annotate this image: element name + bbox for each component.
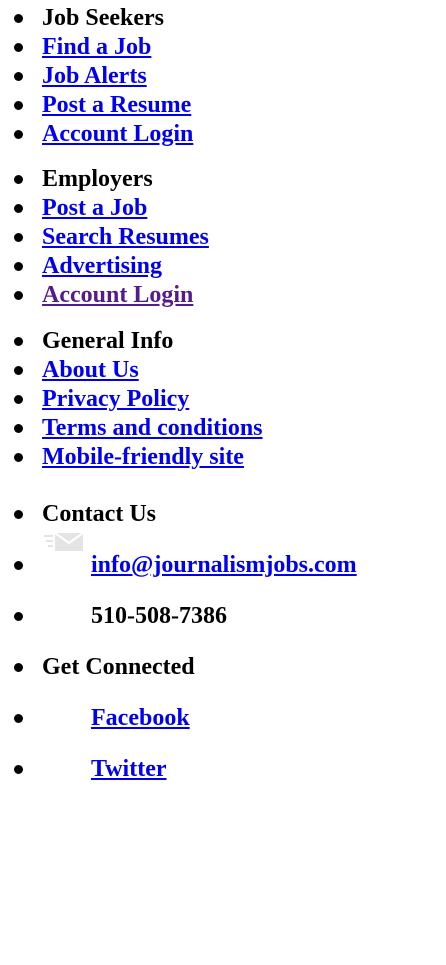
contact-phone-item: 510-508-7386 (0, 591, 446, 642)
about-us-link[interactable]: About Us (42, 357, 139, 383)
phone-number: 510-508-7386 (91, 603, 227, 629)
menu-item-mobile-site: Mobile-friendly site (0, 443, 446, 472)
job-seekers-menu: Job Seekers Find a Job Job Alerts Post a… (0, 4, 446, 149)
general-info-heading: General Info (0, 327, 446, 356)
general-info-menu: General Info About Us Privacy Policy Ter… (0, 327, 446, 472)
job-seekers-heading: Job Seekers (0, 4, 446, 33)
search-resumes-link[interactable]: Search Resumes (42, 224, 209, 250)
menu-item-job-seeker-login: Account Login (0, 120, 446, 149)
twitter-link[interactable]: Twitter (42, 756, 167, 782)
menu-item-about-us: About Us (0, 356, 446, 385)
menu-item-search-resumes: Search Resumes (0, 223, 446, 252)
job-seeker-account-login-link[interactable]: Account Login (42, 121, 193, 147)
advertising-link[interactable]: Advertising (42, 253, 162, 279)
find-a-job-link[interactable]: Find a Job (42, 34, 151, 60)
menu-item-advertising: Advertising (0, 252, 446, 281)
employer-account-login-link[interactable]: Account Login (42, 282, 193, 308)
menu-item-terms: Terms and conditions (0, 414, 446, 443)
menu-item-find-a-job: Find a Job (0, 33, 446, 62)
employers-menu: Employers Post a Job Search Resumes Adve… (0, 165, 446, 310)
email-link[interactable]: info@journalismjobs.com (42, 552, 357, 578)
mobile-friendly-site-link[interactable]: Mobile-friendly site (42, 444, 244, 470)
post-a-resume-link[interactable]: Post a Resume (42, 92, 191, 118)
facebook-link[interactable]: Facebook (42, 705, 190, 731)
menu-item-job-alerts: Job Alerts (0, 62, 446, 91)
get-connected-heading: Get Connected (0, 642, 446, 693)
menu-item-post-a-job: Post a Job (0, 194, 446, 223)
employers-heading: Employers (0, 165, 446, 194)
job-alerts-link[interactable]: Job Alerts (42, 63, 147, 89)
contact-email-item: info@journalismjobs.com (0, 532, 446, 591)
menu-item-employer-login: Account Login (0, 281, 446, 310)
post-a-job-link[interactable]: Post a Job (42, 195, 147, 221)
envelope-icon (44, 532, 84, 551)
menu-item-post-a-resume: Post a Resume (0, 91, 446, 120)
privacy-policy-link[interactable]: Privacy Policy (42, 386, 189, 412)
get-connected-menu: Get Connected Facebook Twitter (0, 642, 446, 795)
contact-menu: Contact Us info@journalismjobs.com 510-5… (0, 489, 446, 642)
menu-item-privacy-policy: Privacy Policy (0, 385, 446, 414)
terms-and-conditions-link[interactable]: Terms and conditions (42, 415, 263, 441)
facebook-item: Facebook (0, 693, 446, 744)
twitter-item: Twitter (0, 744, 446, 795)
